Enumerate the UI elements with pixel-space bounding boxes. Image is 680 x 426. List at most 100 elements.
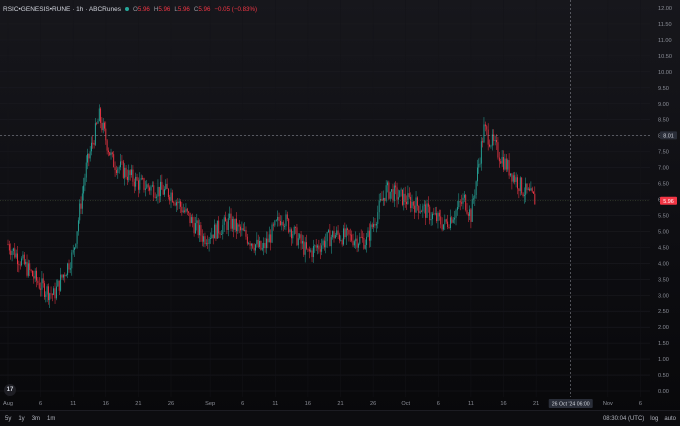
price-tick-label: 10.50 bbox=[658, 54, 672, 60]
candle-body bbox=[33, 276, 35, 279]
candle-body bbox=[137, 180, 139, 190]
candle-body bbox=[476, 167, 478, 182]
candle-body bbox=[236, 218, 237, 232]
candle-body bbox=[109, 152, 111, 156]
candle-body bbox=[158, 186, 160, 197]
candle-body bbox=[436, 213, 438, 222]
candle-body bbox=[285, 214, 287, 227]
candle-body bbox=[399, 190, 401, 198]
candle-body bbox=[531, 188, 533, 192]
candle-body bbox=[273, 224, 274, 226]
candle-body bbox=[470, 209, 472, 222]
candle-body bbox=[391, 189, 393, 192]
candle-body bbox=[42, 278, 44, 284]
candle-body bbox=[75, 243, 77, 248]
price-tick-label: 11.50 bbox=[658, 22, 672, 28]
candle-body bbox=[519, 177, 521, 192]
range-5y-button[interactable]: 5y bbox=[5, 416, 11, 422]
time-tick-label: 16 bbox=[305, 401, 311, 407]
log-scale-toggle[interactable]: log bbox=[650, 416, 658, 422]
range-1y-button[interactable]: 1y bbox=[18, 416, 24, 422]
candle-body bbox=[278, 216, 280, 221]
candle-body bbox=[451, 217, 453, 223]
candle-body bbox=[475, 181, 477, 196]
price-tick-label: 3.50 bbox=[658, 277, 669, 283]
price-tick-label: 6.50 bbox=[658, 182, 669, 188]
candle-body bbox=[321, 245, 323, 252]
price-tick-label: 8.50 bbox=[658, 118, 669, 124]
candle-body bbox=[484, 124, 486, 127]
candle-body bbox=[25, 261, 27, 265]
candle-body bbox=[175, 202, 177, 206]
open-value: 5.96 bbox=[137, 5, 150, 13]
candle-body bbox=[241, 228, 243, 231]
candle-body bbox=[115, 170, 117, 173]
time-tick-label: 6 bbox=[241, 401, 244, 407]
candle-body bbox=[487, 129, 489, 145]
candle-body bbox=[403, 193, 405, 205]
candle-body bbox=[343, 228, 344, 245]
time-tick-label: 21 bbox=[533, 401, 539, 407]
candle-body bbox=[91, 142, 92, 152]
candle-body bbox=[125, 167, 127, 177]
candle-body bbox=[443, 224, 444, 230]
crosshair-price-label: 8.01 bbox=[663, 133, 674, 139]
candle-body bbox=[49, 293, 51, 301]
candle-body bbox=[136, 176, 138, 181]
candle-body bbox=[101, 122, 103, 131]
time-tick-label: 16 bbox=[103, 401, 109, 407]
candle-body bbox=[142, 178, 144, 179]
candle-body bbox=[173, 202, 175, 204]
candle-body bbox=[100, 108, 102, 123]
candle-body bbox=[364, 244, 366, 249]
candle-body bbox=[422, 205, 424, 212]
last-price-label: 5.96 bbox=[663, 199, 674, 205]
candle-body bbox=[263, 242, 265, 249]
candle-body bbox=[330, 237, 332, 247]
candle-body bbox=[264, 242, 266, 249]
candle-body bbox=[105, 128, 107, 141]
candle-body bbox=[482, 141, 484, 143]
range-3m-button[interactable]: 3m bbox=[32, 416, 40, 422]
candle-body bbox=[281, 221, 283, 226]
chart-window: 12.00 11.50 11.00 10.50 10.00 9.50 9.00 8.50 8.0… bbox=[0, 0, 680, 426]
candle-body bbox=[414, 205, 416, 213]
candle-body bbox=[192, 217, 194, 223]
candle-body bbox=[200, 225, 202, 236]
candle-body bbox=[255, 244, 256, 251]
candle-body bbox=[157, 186, 159, 197]
time-tick-label: 26 bbox=[168, 401, 174, 407]
candle-body bbox=[238, 224, 240, 227]
candle-body bbox=[139, 179, 141, 190]
tradingview-logo-icon[interactable]: 17 bbox=[4, 384, 16, 396]
candle-body bbox=[503, 156, 504, 170]
candle-body bbox=[418, 205, 420, 213]
candle-body bbox=[190, 217, 192, 223]
candle-body bbox=[72, 249, 74, 253]
candle-body bbox=[266, 238, 267, 249]
candle-body bbox=[253, 247, 255, 251]
candle-body bbox=[44, 283, 45, 297]
candle-body bbox=[445, 219, 447, 222]
price-tick-label: 11.00 bbox=[658, 38, 672, 44]
candle-body bbox=[270, 234, 272, 243]
range-1m-button[interactable]: 1m bbox=[47, 416, 55, 422]
candle-body bbox=[299, 234, 301, 239]
candle-body bbox=[129, 170, 131, 175]
symbol-title[interactable]: RSIC•GENESIS•RUNE · 1h · ABCRunes bbox=[3, 6, 121, 13]
candle-body bbox=[371, 224, 373, 228]
candle-body bbox=[96, 123, 98, 125]
candle-body bbox=[54, 288, 56, 299]
price-chart[interactable]: 12.00 11.50 11.00 10.50 10.00 9.50 9.00 8.50 8.0… bbox=[0, 0, 680, 410]
candle-body bbox=[486, 126, 488, 130]
candle-body bbox=[65, 274, 67, 277]
candle-body bbox=[344, 228, 346, 238]
candle-body bbox=[496, 140, 497, 143]
candle-body bbox=[449, 217, 451, 228]
auto-scale-toggle[interactable]: auto bbox=[664, 416, 676, 422]
utc-clock[interactable]: 08:30:04 (UTC) bbox=[603, 416, 644, 422]
candle-body bbox=[352, 240, 354, 246]
candle-body bbox=[21, 258, 23, 266]
candle-body bbox=[45, 294, 47, 297]
candle-body bbox=[223, 217, 225, 225]
